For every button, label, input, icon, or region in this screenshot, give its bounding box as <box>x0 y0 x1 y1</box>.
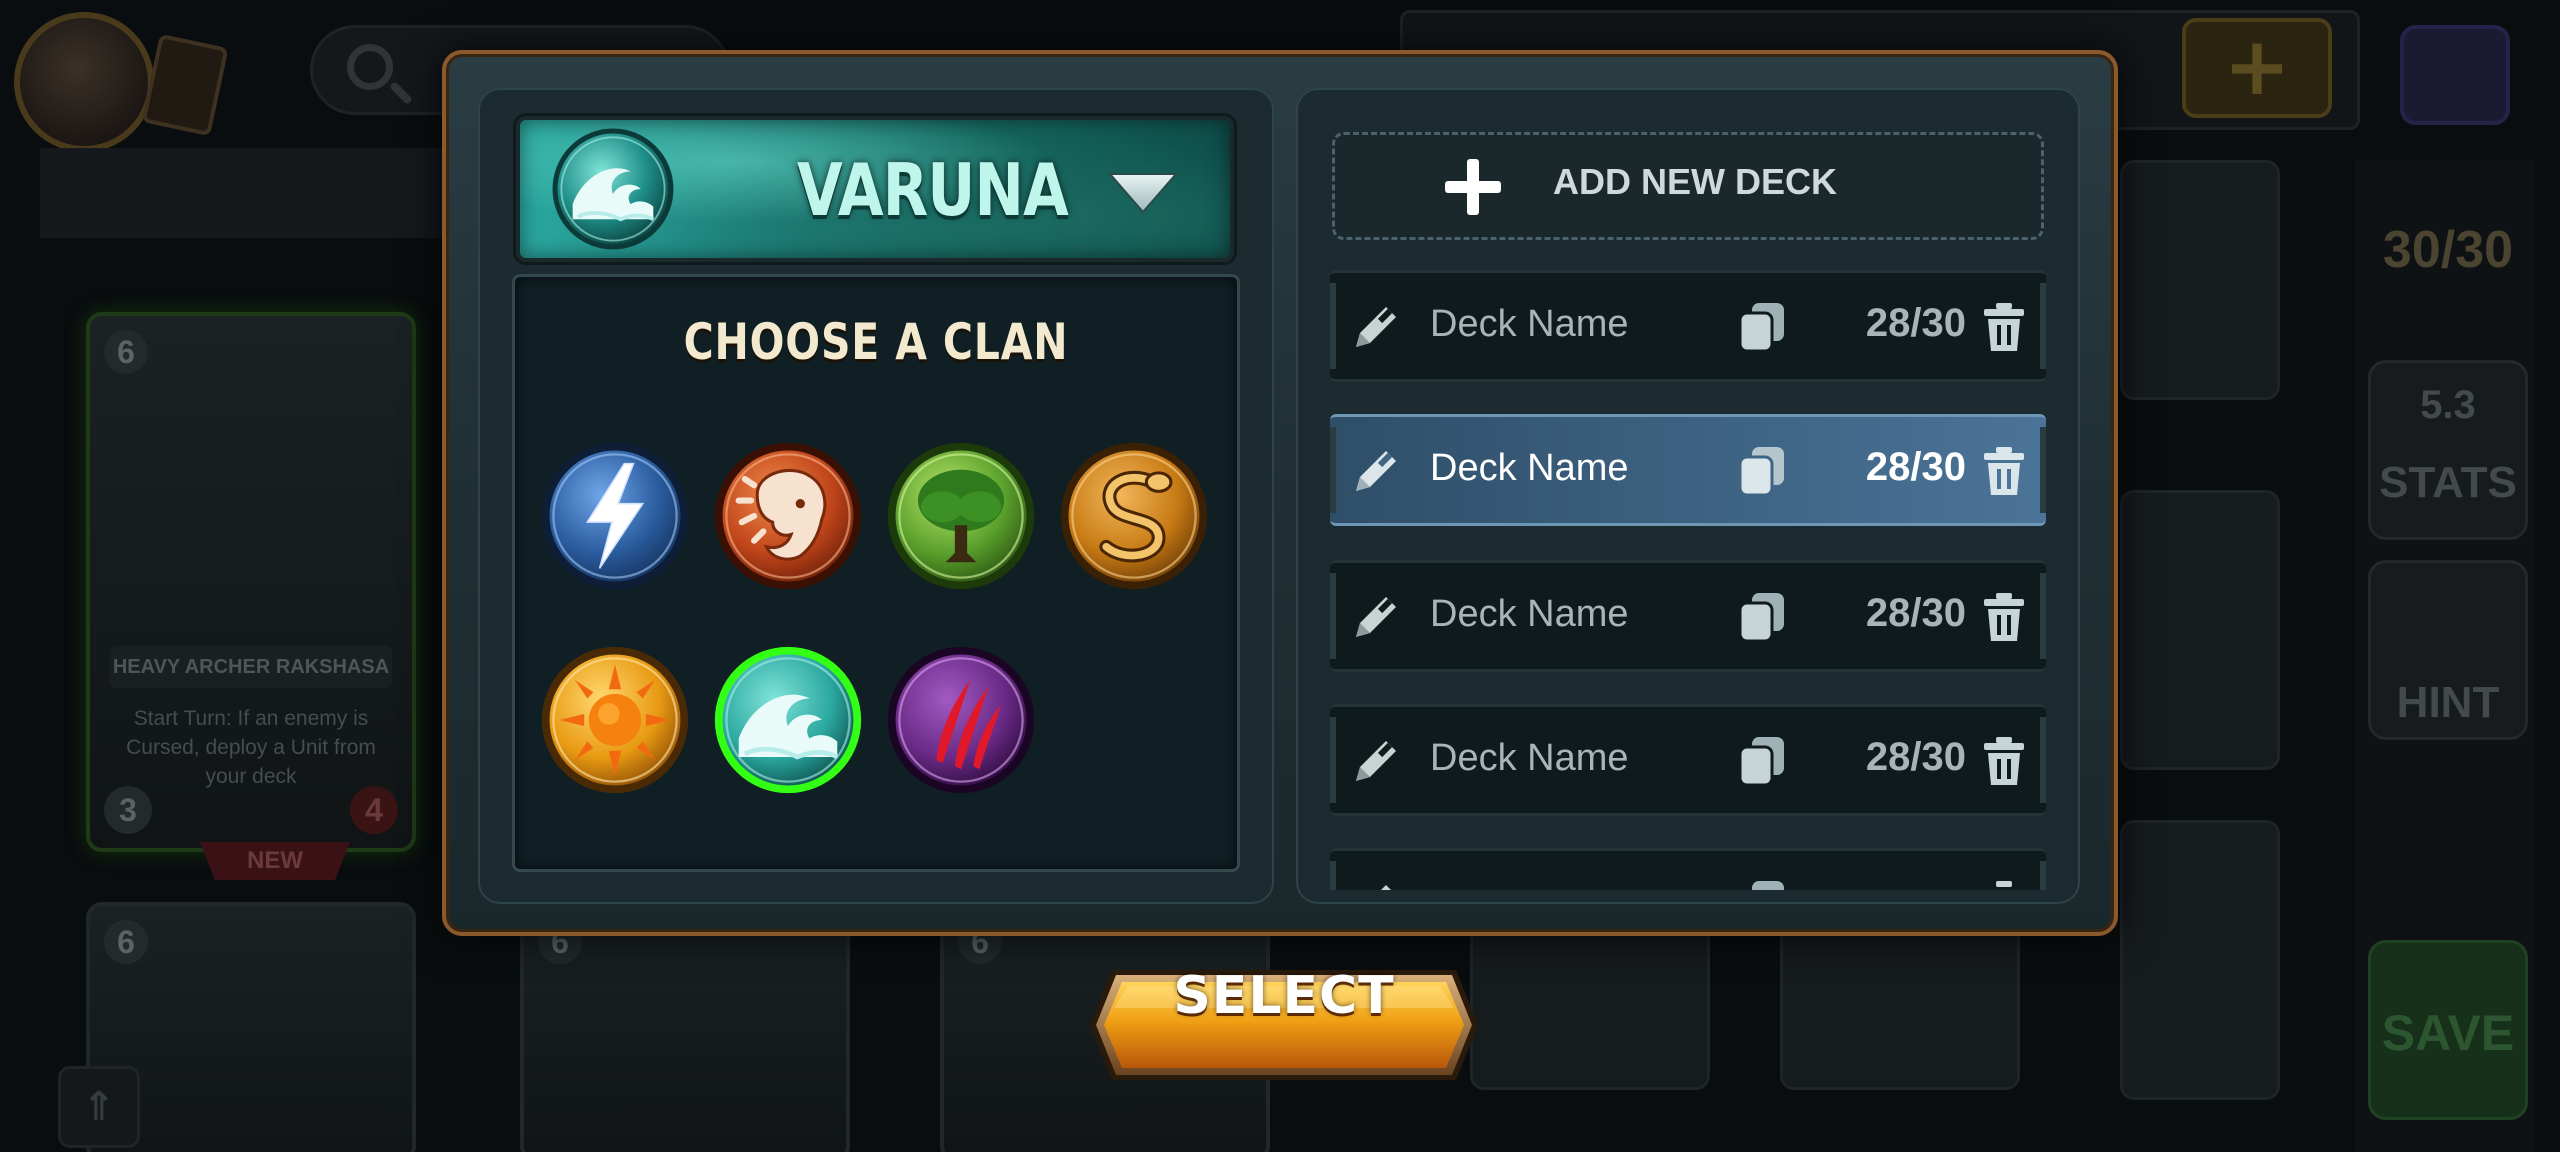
lightning-icon <box>541 442 689 590</box>
trash-icon[interactable] <box>1980 879 2028 890</box>
deck-name: Deck Name <box>1430 303 1629 345</box>
search-icon <box>347 44 393 90</box>
lion-icon <box>714 442 862 590</box>
pencil-icon[interactable] <box>1348 299 1404 355</box>
deck-name: Deck Name <box>1430 593 1629 635</box>
card-health: 4 <box>350 786 398 834</box>
pencil-icon[interactable] <box>1348 589 1404 645</box>
sun-icon <box>541 646 689 794</box>
triangle-down-icon <box>1107 170 1179 214</box>
deck-row[interactable]: Deck Name 28/30 <box>1330 560 2046 672</box>
trash-icon[interactable] <box>1980 301 2028 355</box>
card-slot: 6 <box>520 902 850 1152</box>
copy-icon[interactable] <box>1734 299 1790 355</box>
deck-name: Deck Name <box>1430 737 1629 779</box>
select-button[interactable]: SELECT <box>1088 966 1480 1084</box>
stats-button: 5.3 STATS <box>2368 360 2528 540</box>
clan-tree-button[interactable] <box>884 439 1038 593</box>
copy-icon[interactable] <box>1734 443 1790 499</box>
card-cost: 6 <box>104 330 148 374</box>
choose-clan-title: CHOOSE A CLAN <box>683 313 1069 371</box>
add-new-deck-label: ADD NEW DECK <box>1553 161 1837 202</box>
tree-icon <box>887 442 1035 590</box>
card-name: HEAVY ARCHER RAKSHASA <box>110 646 392 688</box>
clan-claw-button[interactable] <box>884 643 1038 797</box>
stats-label: STATS <box>2379 458 2517 507</box>
card-text: Start Turn: If an enemy is Cursed, deplo… <box>126 707 376 788</box>
cards-icon <box>141 33 229 137</box>
player-avatar <box>14 12 154 152</box>
pencil-icon[interactable] <box>1348 733 1404 789</box>
serpent-icon <box>1060 442 1208 590</box>
copy-icon[interactable] <box>1734 589 1790 645</box>
card-slot <box>2120 490 2280 770</box>
filter-strip <box>40 148 460 238</box>
hint-label: HINT <box>2396 678 2500 727</box>
add-icon: + <box>2182 18 2332 118</box>
trash-icon[interactable] <box>1980 591 2028 645</box>
deck-row-partial[interactable] <box>1330 848 2046 890</box>
clan-lightning-button[interactable] <box>538 439 692 593</box>
pencil-icon[interactable] <box>1348 877 1404 890</box>
card-attack: 3 <box>104 786 152 834</box>
trash-icon[interactable] <box>1980 445 2028 499</box>
wave-icon <box>550 126 676 252</box>
add-new-deck-button[interactable]: ADD NEW DECK <box>1332 132 2044 240</box>
clan-wave-button[interactable] <box>711 643 865 797</box>
stats-value: 5.3 <box>2420 383 2476 427</box>
back-icon <box>2400 25 2510 125</box>
deck-card-count: 28/30 <box>1865 445 1966 489</box>
copy-icon[interactable] <box>1734 877 1790 890</box>
claw-icon <box>887 646 1035 794</box>
selected-clan-name: VARUNA <box>797 148 1069 232</box>
card-slot <box>2120 820 2280 1100</box>
wave-icon <box>714 646 862 794</box>
deck-name: Deck Name <box>1430 447 1629 489</box>
plus-icon <box>1445 159 1501 215</box>
select-button-label: SELECT <box>1173 966 1395 1026</box>
card-heavy-archer: 6 HEAVY ARCHER RAKSHASA Start Turn: If a… <box>86 312 416 852</box>
save-button: SAVE <box>2368 940 2528 1120</box>
scroll-up-icon: ⇑ <box>58 1066 140 1148</box>
deck-row-selected[interactable]: Deck Name 28/30 <box>1330 414 2046 526</box>
new-badge: NEW <box>200 842 350 880</box>
clan-dropdown[interactable]: VARUNA <box>516 116 1234 262</box>
deck-row[interactable]: Deck Name 28/30 <box>1330 704 2046 816</box>
card-slot <box>2120 160 2280 400</box>
clan-lion-button[interactable] <box>711 439 865 593</box>
deck-card-count: 28/30 <box>1865 735 1966 779</box>
card-cost: 6 <box>104 920 148 964</box>
clan-serpent-button[interactable] <box>1057 439 1211 593</box>
clan-sun-button[interactable] <box>538 643 692 797</box>
copy-icon[interactable] <box>1734 733 1790 789</box>
clan-picker-panel: CHOOSE A CLAN <box>512 274 1240 872</box>
deck-card-count: 30/30 <box>2382 221 2514 279</box>
deck-card-count: 28/30 <box>1865 301 1966 345</box>
pencil-icon[interactable] <box>1348 443 1404 499</box>
deck-list[interactable]: Deck Name 28/30 Deck Name 28/30 Deck Nam… <box>1326 270 2050 890</box>
deck-card-count: 28/30 <box>1865 591 1966 635</box>
deck-row[interactable]: Deck Name 28/30 <box>1330 270 2046 382</box>
hint-button: HINT <box>2368 560 2528 740</box>
trash-icon[interactable] <box>1980 735 2028 789</box>
